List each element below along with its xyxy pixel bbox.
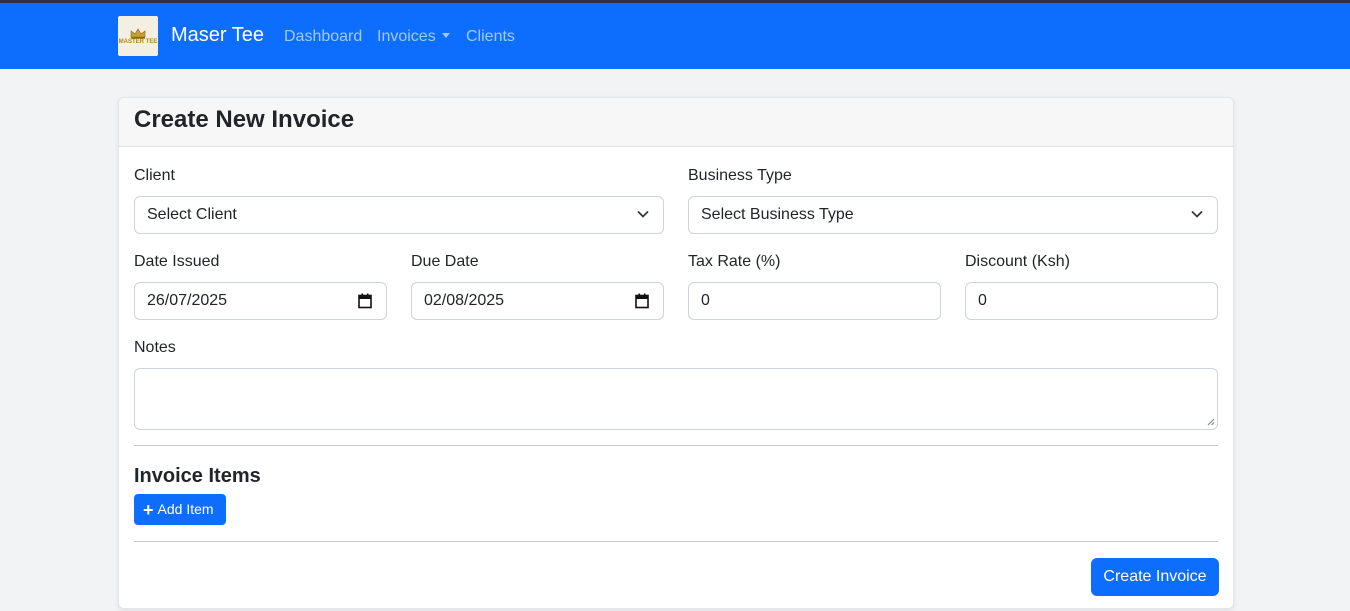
- client-select[interactable]: Select Client: [134, 196, 664, 234]
- chevron-down-icon: [1191, 210, 1203, 218]
- invoice-form-card: Create New Invoice Client Select Client …: [118, 97, 1234, 609]
- add-item-label: Add Item: [157, 501, 214, 517]
- footer-divider: [134, 541, 1218, 542]
- invoice-items-heading: Invoice Items: [134, 465, 261, 487]
- date-issued-input[interactable]: 26/07/2025: [134, 282, 387, 320]
- notes-label: Notes: [134, 339, 176, 356]
- due-date-input[interactable]: 02/08/2025: [411, 282, 664, 320]
- date-issued-label: Date Issued: [134, 253, 220, 270]
- client-label: Client: [134, 167, 175, 184]
- notes-textarea[interactable]: [134, 368, 1218, 430]
- nav-link-invoices-label: Invoices: [377, 28, 436, 45]
- due-date-value: 02/08/2025: [424, 292, 505, 309]
- business-type-select[interactable]: Select Business Type: [688, 196, 1218, 234]
- plus-icon: +: [143, 499, 154, 520]
- caret-down-icon: [441, 33, 450, 38]
- brand-name[interactable]: Maser Tee: [171, 23, 264, 47]
- create-invoice-button[interactable]: Create Invoice: [1091, 558, 1219, 596]
- calendar-icon[interactable]: [635, 293, 649, 309]
- due-date-label: Due Date: [411, 253, 479, 270]
- crown-icon: [130, 27, 146, 39]
- discount-label: Discount (Ksh): [965, 253, 1070, 270]
- calendar-icon[interactable]: [358, 293, 372, 309]
- business-type-select-value: Select Business Type: [701, 206, 854, 223]
- date-issued-value: 26/07/2025: [147, 292, 228, 309]
- discount-input[interactable]: 0: [965, 282, 1218, 320]
- chevron-down-icon: [637, 210, 649, 218]
- card-header: Create New Invoice: [119, 98, 1233, 147]
- client-select-value: Select Client: [147, 206, 237, 223]
- logo-text: MASTER TEE: [118, 38, 158, 45]
- tax-rate-value: 0: [701, 292, 710, 309]
- tax-rate-input[interactable]: 0: [688, 282, 941, 320]
- business-type-label: Business Type: [688, 167, 792, 184]
- page-title: Create New Invoice: [134, 106, 355, 133]
- brand-logo[interactable]: MASTER TEE: [118, 16, 158, 56]
- navbar: MASTER TEE Maser Tee Dashboard Invoices …: [0, 3, 1350, 69]
- tax-rate-label: Tax Rate (%): [688, 253, 781, 270]
- nav-link-invoices[interactable]: Invoices: [377, 27, 450, 47]
- discount-value: 0: [978, 292, 987, 309]
- nav-link-dashboard[interactable]: Dashboard: [284, 27, 362, 47]
- nav-link-clients[interactable]: Clients: [466, 27, 515, 47]
- section-divider: [134, 445, 1218, 446]
- resize-grip-icon[interactable]: [1207, 418, 1215, 426]
- add-item-button[interactable]: + Add Item: [134, 494, 226, 525]
